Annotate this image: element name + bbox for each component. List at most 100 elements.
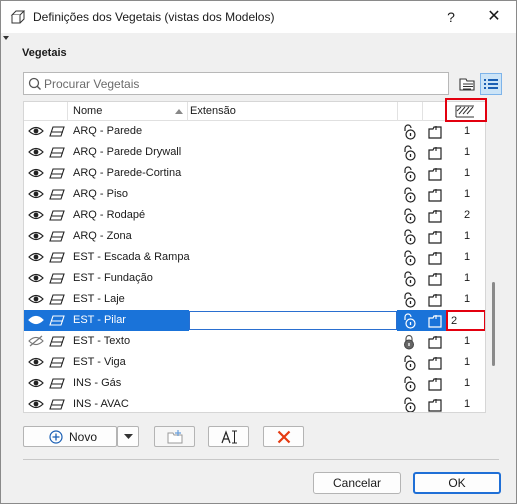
document-icon[interactable] xyxy=(427,229,443,245)
table-row[interactable]: ARQ - Rodapé 2 xyxy=(24,205,485,226)
document-icon[interactable] xyxy=(427,166,443,182)
lock-open-icon[interactable] xyxy=(401,355,417,371)
layer-name: EST - Escada & Rampa xyxy=(73,251,190,263)
table-row[interactable]: ARQ - Zona 1 xyxy=(24,226,485,247)
list-view-icon xyxy=(484,79,498,89)
eye-icon[interactable] xyxy=(28,314,44,326)
pen-number[interactable]: 1 xyxy=(452,167,482,179)
layer-icon xyxy=(49,378,65,389)
new-folder-button[interactable] xyxy=(154,426,195,447)
lock-open-icon[interactable] xyxy=(401,397,417,413)
eye-icon[interactable] xyxy=(28,167,44,179)
pen-number[interactable]: 1 xyxy=(452,125,482,137)
table-row[interactable]: ARQ - Parede Drywall 1 xyxy=(24,142,485,163)
table-row[interactable]: EST - Viga 1 xyxy=(24,352,485,373)
layer-name: EST - Pilar xyxy=(73,314,126,326)
search-input[interactable] xyxy=(44,75,444,92)
pen-number-field[interactable]: 2 xyxy=(446,310,485,331)
close-button[interactable]: ✕ xyxy=(479,5,509,29)
vertical-scrollbar[interactable] xyxy=(492,282,495,366)
table-row[interactable]: EST - Escada & Rampa 1 xyxy=(24,247,485,268)
layer-icon xyxy=(49,189,65,200)
column-separator xyxy=(67,102,68,121)
delete-button[interactable] xyxy=(263,426,304,447)
table-row[interactable]: EST - Laje 1 xyxy=(24,289,485,310)
eye-icon[interactable] xyxy=(28,125,44,137)
lock-open-icon[interactable] xyxy=(401,250,417,266)
pen-number[interactable]: 1 xyxy=(452,377,482,389)
eye-icon[interactable] xyxy=(28,188,44,200)
eye-icon[interactable] xyxy=(28,272,44,284)
lock-open-icon[interactable] xyxy=(401,313,417,329)
folder-view-button[interactable] xyxy=(457,73,479,95)
ok-button[interactable]: OK xyxy=(413,472,501,494)
search-box[interactable] xyxy=(23,72,449,95)
table-row[interactable]: INS - Gás 1 xyxy=(24,373,485,394)
document-icon[interactable] xyxy=(427,271,443,287)
table-row[interactable]: ARQ - Parede-Cortina 1 xyxy=(24,163,485,184)
document-icon[interactable] xyxy=(427,250,443,266)
lock-open-icon[interactable] xyxy=(401,145,417,161)
eye-icon[interactable] xyxy=(28,146,44,158)
pen-number[interactable]: 1 xyxy=(452,356,482,368)
title-bar: Definições dos Vegetais (vistas dos Mode… xyxy=(1,1,516,33)
pen-number[interactable]: 1 xyxy=(452,146,482,158)
document-icon[interactable] xyxy=(427,208,443,224)
eye-hidden-icon[interactable] xyxy=(28,335,44,347)
new-layer-dropdown-button[interactable] xyxy=(117,426,139,447)
extension-field[interactable] xyxy=(189,311,397,330)
table-row[interactable]: ARQ - Parede 1 xyxy=(24,121,485,142)
table-row[interactable]: EST - Fundação 1 xyxy=(24,268,485,289)
column-header-name[interactable]: Nome xyxy=(73,105,102,117)
eye-icon[interactable] xyxy=(28,377,44,389)
cancel-button[interactable]: Cancelar xyxy=(313,472,401,494)
layer-icon xyxy=(49,231,65,242)
eye-icon[interactable] xyxy=(28,293,44,305)
pen-number[interactable]: 1 xyxy=(452,335,482,347)
list-view-button[interactable] xyxy=(480,73,502,95)
eye-icon[interactable] xyxy=(28,398,44,410)
table-row[interactable]: EST - Pilar 2 xyxy=(24,310,485,331)
lock-open-icon[interactable] xyxy=(401,166,417,182)
rename-button[interactable] xyxy=(208,426,249,447)
document-icon[interactable] xyxy=(427,187,443,203)
collapse-arrow-icon[interactable] xyxy=(3,35,9,41)
layer-icon xyxy=(49,357,65,368)
pen-number[interactable]: 1 xyxy=(452,251,482,263)
document-icon[interactable] xyxy=(427,292,443,308)
eye-icon[interactable] xyxy=(28,230,44,242)
pen-number[interactable]: 1 xyxy=(452,398,482,410)
pen-number[interactable]: 1 xyxy=(452,188,482,200)
document-icon[interactable] xyxy=(427,313,443,329)
help-button[interactable]: ? xyxy=(439,5,463,29)
table-row[interactable]: INS - AVAC 1 xyxy=(24,394,485,413)
lock-open-icon[interactable] xyxy=(401,187,417,203)
lock-open-icon[interactable] xyxy=(401,124,417,140)
column-header-extension[interactable]: Extensão xyxy=(190,105,236,117)
new-layer-button[interactable]: Novo xyxy=(23,426,117,447)
document-icon[interactable] xyxy=(427,334,443,350)
lock-open-icon[interactable] xyxy=(401,376,417,392)
lock-open-icon[interactable] xyxy=(401,208,417,224)
table-row[interactable]: EST - Texto 1 xyxy=(24,331,485,352)
eye-icon[interactable] xyxy=(28,251,44,263)
document-icon[interactable] xyxy=(427,145,443,161)
lock-closed-icon[interactable] xyxy=(401,334,417,350)
folder-view-icon xyxy=(459,78,475,91)
lock-open-icon[interactable] xyxy=(401,292,417,308)
document-icon[interactable] xyxy=(427,376,443,392)
eye-icon[interactable] xyxy=(28,209,44,221)
document-icon[interactable] xyxy=(427,397,443,413)
layer-name: ARQ - Parede Drywall xyxy=(73,146,182,158)
table-row[interactable]: ARQ - Piso 1 xyxy=(24,184,485,205)
pen-number[interactable]: 1 xyxy=(452,230,482,242)
pen-number[interactable]: 2 xyxy=(452,209,482,221)
lock-open-icon[interactable] xyxy=(401,229,417,245)
lock-open-icon[interactable] xyxy=(401,271,417,287)
layer-name: ARQ - Zona xyxy=(73,230,132,242)
pen-number[interactable]: 1 xyxy=(452,272,482,284)
document-icon[interactable] xyxy=(427,124,443,140)
document-icon[interactable] xyxy=(427,355,443,371)
eye-icon[interactable] xyxy=(28,356,44,368)
pen-number[interactable]: 1 xyxy=(452,293,482,305)
